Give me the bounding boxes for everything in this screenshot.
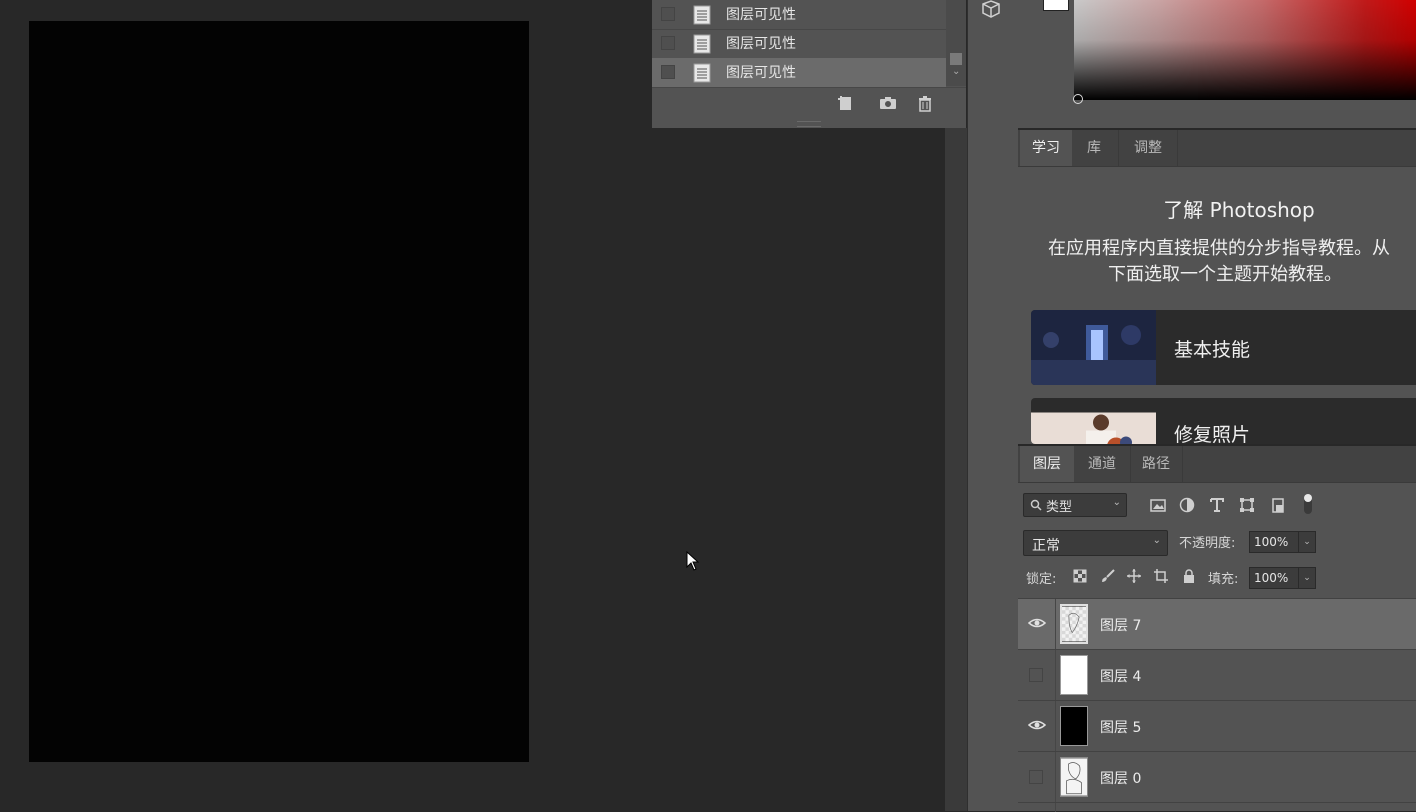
fill-label: 填充: [1208, 572, 1239, 587]
document-state-icon [693, 34, 711, 54]
blend-mode-value: 正常 [1032, 538, 1060, 554]
layer-row-divider [1055, 701, 1056, 751]
scroll-down-icon[interactable]: ⌄ [952, 66, 960, 77]
visibility-eye-icon[interactable] [1028, 615, 1046, 631]
layer-name[interactable]: 图层 0 [1100, 768, 1141, 788]
search-icon [1030, 499, 1042, 511]
tab-learn[interactable]: 学习 [1020, 130, 1072, 166]
layer-row[interactable]: 图层 0 [1018, 751, 1416, 802]
color-spectrum-field[interactable] [1074, 0, 1416, 100]
foreground-color-swatch[interactable] [1043, 0, 1069, 11]
layer-row[interactable]: 图层 4 [1018, 649, 1416, 700]
layers-tabbar: 图层 通道 路径 [1018, 446, 1416, 483]
type-layer-filter-icon[interactable] [1208, 496, 1226, 514]
tutorial-card-label: 修复照片 [1174, 424, 1251, 444]
document-canvas[interactable] [29, 21, 529, 762]
history-item-label: 图层可见性 [726, 36, 796, 52]
panel-resize-grip[interactable] [797, 121, 821, 127]
history-snapshot-checkbox[interactable] [661, 65, 675, 79]
lock-label: 锁定: [1026, 572, 1057, 587]
pixel-layer-filter-icon[interactable] [1149, 496, 1167, 514]
layer-thumbnail-sketch [1060, 604, 1088, 644]
history-item[interactable]: 图层可见性 [652, 29, 946, 59]
3d-cube-icon[interactable] [980, 0, 1002, 18]
visibility-toggle-empty[interactable] [1029, 668, 1043, 682]
tutorial-card-fix-photo[interactable]: 修复照片 [1031, 398, 1416, 444]
layer-filter-select[interactable]: 类型 ⌄ [1023, 493, 1127, 517]
learn-panel: 学习 库 调整 了解 Photoshop 在应用程序内直接提供的分步指导教程。从… [1018, 130, 1416, 444]
collapsed-panel-strip [967, 0, 1018, 811]
lock-all-padlock-icon[interactable] [1181, 568, 1197, 584]
lock-image-pixels-brush-icon[interactable] [1100, 568, 1116, 584]
opacity-dropdown-button[interactable]: ⌄ [1298, 531, 1316, 553]
layer-thumbnail-sketch [1060, 757, 1088, 797]
chevron-down-icon: ⌄ [1152, 535, 1161, 546]
layer-row[interactable]: 图层 5 [1018, 700, 1416, 751]
layer-filter-value: 类型 [1046, 500, 1073, 515]
tutorial-card-label: 基本技能 [1174, 339, 1251, 361]
history-item-selected[interactable]: 图层可见性 [652, 58, 946, 88]
learn-description: 下面选取一个主题开始教程。 [1108, 264, 1342, 285]
lock-transparent-pixels-icon[interactable] [1072, 568, 1088, 584]
document-state-icon [693, 5, 711, 25]
history-item[interactable]: 图层可见性 [652, 0, 946, 30]
trash-icon[interactable] [915, 94, 935, 112]
tab-layers[interactable]: 图层 [1020, 446, 1074, 482]
layers-panel: 图层 通道 路径 类型 ⌄ 正常 ⌄ 不透明度: 100% ⌄ 锁定: 填充: … [1018, 446, 1416, 812]
lock-position-move-icon[interactable] [1126, 568, 1142, 584]
filter-toggle-switch[interactable] [1302, 492, 1314, 516]
shape-layer-filter-icon[interactable] [1238, 496, 1256, 514]
mouse-pointer-icon [686, 551, 700, 571]
layer-row-selected[interactable]: 图层 7 [1018, 598, 1416, 649]
history-item-label: 图层可见性 [726, 65, 796, 81]
tab-paths[interactable]: 路径 [1130, 446, 1183, 482]
learn-tabbar: 学习 库 调整 [1018, 130, 1416, 167]
fill-dropdown-button[interactable]: ⌄ [1298, 567, 1316, 589]
document-state-icon [693, 63, 711, 83]
tutorial-card-basic-skills[interactable]: 基本技能 [1031, 310, 1416, 385]
learn-description: 在应用程序内直接提供的分步指导教程。从 [1048, 238, 1390, 259]
tab-libraries[interactable]: 库 [1072, 130, 1116, 166]
chevron-down-icon: ⌄ [1112, 497, 1121, 508]
visibility-eye-icon[interactable] [1028, 717, 1046, 733]
layer-row-divider [1055, 599, 1056, 649]
learn-title: 了解 Photoshop [1163, 198, 1315, 222]
history-item-label: 图层可见性 [726, 7, 796, 23]
layer-thumbnail-black [1060, 706, 1088, 746]
opacity-label: 不透明度: [1179, 536, 1236, 551]
panel-dock-separator [945, 128, 967, 811]
tutorial-thumbnail [1031, 412, 1156, 444]
lock-artboard-crop-icon[interactable] [1153, 568, 1169, 584]
history-snapshot-checkbox[interactable] [661, 7, 675, 21]
layer-row-divider [1055, 752, 1056, 802]
history-snapshot-checkbox[interactable] [661, 36, 675, 50]
history-scroll-thumb[interactable] [950, 53, 962, 65]
tab-adjustments[interactable]: 调整 [1118, 130, 1178, 166]
adjustment-layer-filter-icon[interactable] [1178, 496, 1196, 514]
smart-object-filter-icon[interactable] [1269, 496, 1287, 514]
history-panel: 图层可见性 图层可见性 图层可见性 ⌄ [652, 0, 966, 128]
new-document-from-state-icon[interactable] [836, 94, 856, 112]
camera-icon[interactable] [878, 94, 898, 112]
visibility-toggle-empty[interactable] [1029, 770, 1043, 784]
blend-mode-select[interactable]: 正常 ⌄ [1023, 530, 1168, 556]
layer-name[interactable]: 图层 5 [1100, 717, 1141, 737]
tutorial-thumbnail [1031, 310, 1156, 385]
layer-name[interactable]: 图层 4 [1100, 666, 1141, 686]
tab-channels[interactable]: 通道 [1074, 446, 1131, 482]
layer-thumbnail-white [1060, 655, 1088, 695]
layer-row-divider [1055, 650, 1056, 700]
layer-name[interactable]: 图层 7 [1100, 615, 1141, 635]
color-picker-marker[interactable] [1073, 94, 1083, 104]
